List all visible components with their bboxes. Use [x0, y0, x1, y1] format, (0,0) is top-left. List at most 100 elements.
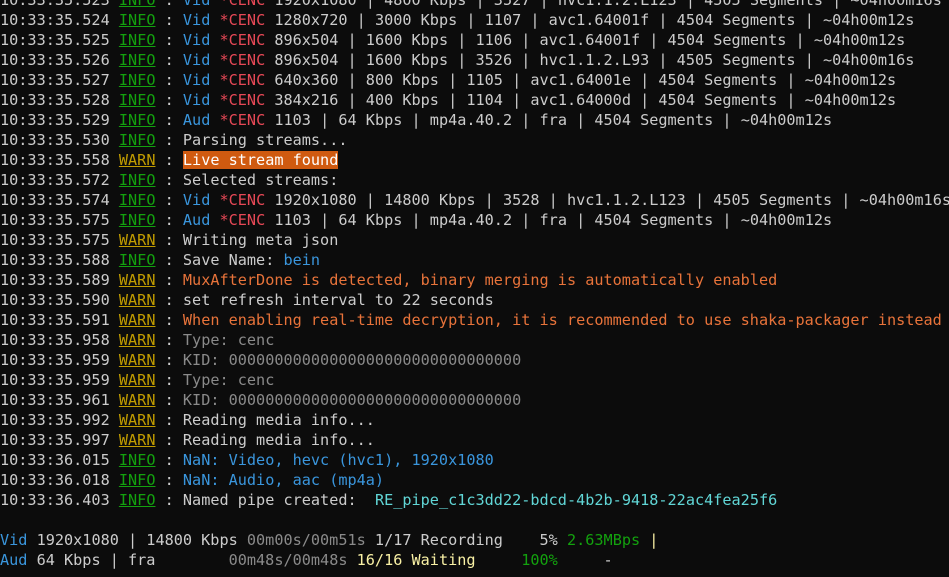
stream-kind: Vid: [0, 531, 28, 549]
log-line: 10:33:35.575 WARN : Writing meta json: [0, 230, 338, 250]
stream-kind: Aud: [182, 211, 211, 229]
separator: :: [155, 71, 183, 89]
stream-info: 1920x1080 | 14800 Kbps: [27, 531, 247, 549]
timestamp: 10:33:35.959: [0, 351, 110, 369]
timestamp: 10:33:35.525: [0, 31, 110, 49]
media-info: NaN: Video, hevc (hvc1), 1920x1080: [182, 451, 494, 469]
cenc-tag: *CENC: [219, 11, 266, 29]
log-level-badge: INFO: [118, 191, 156, 209]
separator: :: [155, 311, 183, 329]
cenc-tag: *CENC: [219, 111, 266, 129]
media-info: NaN: Audio, aac (mp4a): [182, 471, 385, 489]
log-line: 10:33:36.015 INFO : NaN: Video, hevc (hv…: [0, 450, 494, 470]
message: KID: 00000000000000000000000000000000: [182, 391, 522, 409]
stream-info: 1920x1080 | 4800 Kbps | 3527 | hvc1.1.2.…: [265, 0, 942, 9]
timestamp: 10:33:36.015: [0, 451, 110, 469]
elapsed-time: 00m48s/00m48s: [228, 551, 348, 569]
segment-count: 16/16: [356, 551, 403, 569]
log-line: 10:33:35.526 INFO : Vid *CENC 896x504 | …: [0, 50, 914, 70]
log-line: 10:33:35.591 WARN : When enabling real-t…: [0, 310, 949, 330]
status-text: Waiting: [411, 551, 476, 569]
separator: :: [155, 391, 183, 409]
timestamp: 10:33:35.591: [0, 311, 110, 329]
log-level-badge: WARN: [118, 231, 156, 249]
elapsed-time: 00m00s/00m51s: [246, 531, 366, 549]
log-level-badge: WARN: [118, 371, 156, 389]
segment-count: 1/17: [374, 531, 412, 549]
log-line: 10:33:36.403 INFO : Named pipe created: …: [0, 490, 777, 510]
message: Type: cenc: [182, 371, 275, 389]
log-line: 10:33:35.572 INFO : Selected streams:: [0, 170, 338, 190]
save-name-value: bein: [283, 251, 321, 269]
separator: :: [155, 271, 183, 289]
timestamp: 10:33:35.572: [0, 171, 110, 189]
message: Reading media info...: [182, 431, 375, 449]
log-level-badge: INFO: [118, 451, 156, 469]
pipe-name: RE_pipe_c1c3dd22-bdcd-4b2b-9418-22ac4fea…: [374, 491, 778, 509]
log-line: 10:33:35.992 WARN : Reading media info..…: [0, 410, 375, 430]
separator: :: [155, 111, 183, 129]
timestamp: 10:33:36.018: [0, 471, 110, 489]
separator: :: [155, 211, 183, 229]
warning-message: When enabling real-time decryption, it i…: [182, 311, 949, 329]
timestamp: 10:33:35.961: [0, 391, 110, 409]
separator: :: [155, 171, 183, 189]
message: Named pipe created:: [182, 491, 375, 509]
stream-kind: Vid: [182, 91, 211, 109]
timestamp: 10:33:35.589: [0, 271, 110, 289]
log-level-badge: INFO: [118, 11, 156, 29]
timestamp: 10:33:35.574: [0, 191, 110, 209]
stream-kind: Vid: [182, 0, 211, 9]
timestamp: 10:33:35.530: [0, 131, 110, 149]
separator: :: [155, 251, 183, 269]
stream-info: 384x216 | 400 Kbps | 1104 | avc1.64000d …: [265, 91, 897, 109]
timestamp: 10:33:35.558: [0, 151, 110, 169]
timestamp: 10:33:35.959: [0, 371, 110, 389]
log-line: 10:33:35.523 INFO : Vid *CENC 1920x1080 …: [0, 0, 942, 10]
log-line: 10:33:35.558 WARN : Live stream found: [0, 150, 339, 170]
timestamp: 10:33:35.523: [0, 0, 110, 9]
status-text: Recording: [420, 531, 503, 549]
separator: :: [155, 331, 183, 349]
stream-kind: Aud: [182, 111, 211, 129]
log-line: 10:33:35.961 WARN : KID: 000000000000000…: [0, 390, 521, 410]
separator: :: [155, 431, 183, 449]
log-level-badge: INFO: [118, 51, 156, 69]
cenc-tag: *CENC: [219, 71, 266, 89]
progress-percent: 100%: [521, 551, 558, 569]
timestamp: 10:33:35.524: [0, 11, 110, 29]
stream-info: 1920x1080 | 14800 Kbps | 3528 | hvc1.1.2…: [265, 191, 949, 209]
terminal-window: 10:33:35.523 INFO : Vid *CENC 1920x1080 …: [0, 0, 949, 577]
log-line: 10:33:35.590 WARN : set refresh interval…: [0, 290, 494, 310]
stream-kind: Aud: [0, 551, 28, 569]
stream-info: 64 Kbps | fra: [27, 551, 229, 569]
log-level-badge: INFO: [118, 31, 156, 49]
